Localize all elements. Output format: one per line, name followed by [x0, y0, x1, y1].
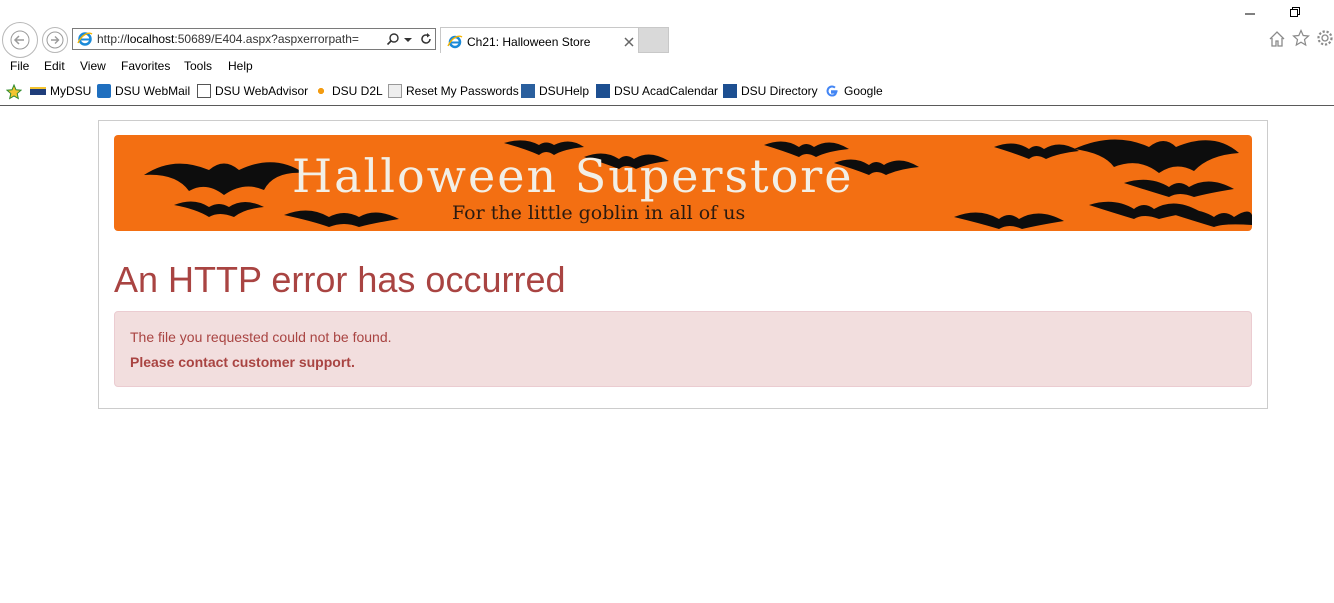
restore-button[interactable] — [1289, 6, 1301, 21]
favorites-bar: MyDSU DSU WebMail DSU WebAdvisor DSU D2L… — [0, 80, 1334, 104]
webadvisor-icon — [197, 84, 211, 98]
minimize-icon — [1245, 13, 1255, 15]
tab-halloween-store[interactable]: Ch21: Halloween Store — [440, 27, 639, 53]
back-button[interactable] — [2, 22, 38, 58]
mydsu-icon — [30, 87, 46, 95]
home-icon[interactable] — [1268, 30, 1286, 48]
fav-dsu-webadvisor[interactable]: DSU WebAdvisor — [197, 84, 308, 98]
halloween-banner: Halloween Superstore For the little gobl… — [114, 135, 1252, 231]
chrome-divider — [0, 105, 1334, 106]
error-alert: The file you requested could not be foun… — [114, 311, 1252, 387]
fav-dsu-d2l[interactable]: DSU D2L — [314, 84, 383, 98]
forward-arrow-icon — [46, 31, 64, 49]
fav-reset-passwords[interactable]: Reset My Passwords — [388, 84, 519, 98]
close-tab-icon[interactable] — [624, 37, 634, 47]
fav-google[interactable]: Google — [825, 84, 883, 98]
fav-dsu-webmail[interactable]: DSU WebMail — [97, 84, 190, 98]
banner-subtitle: For the little goblin in all of us — [452, 202, 746, 224]
menu-favorites[interactable]: Favorites — [121, 59, 170, 73]
banner-title: Halloween Superstore — [292, 149, 854, 203]
menu-bar: File Edit View Favorites Tools Help — [0, 56, 1334, 78]
dsuhelp-icon — [521, 84, 535, 98]
tab-title: Ch21: Halloween Store — [467, 35, 591, 49]
fav-dsu-acadcalendar[interactable]: DSU AcadCalendar — [596, 84, 718, 98]
new-tab-button[interactable] — [639, 27, 669, 53]
refresh-icon[interactable] — [419, 32, 433, 46]
restore-icon — [1290, 7, 1300, 17]
address-url: http://localhost:50689/E404.aspx?aspxerr… — [97, 32, 359, 46]
error-message: The file you requested could not be foun… — [130, 329, 392, 345]
menu-view[interactable]: View — [80, 59, 106, 73]
menu-help[interactable]: Help — [228, 59, 253, 73]
address-bar[interactable]: http://localhost:50689/E404.aspx?aspxerr… — [72, 28, 436, 50]
ie-logo-icon — [77, 32, 93, 46]
menu-edit[interactable]: Edit — [44, 59, 65, 73]
favorites-star-icon[interactable] — [1292, 29, 1310, 47]
d2l-icon — [314, 84, 328, 98]
page-container: Halloween Superstore For the little gobl… — [98, 120, 1268, 409]
search-icon[interactable] — [386, 32, 400, 46]
add-favorites-icon[interactable] — [6, 84, 22, 100]
minimize-button[interactable] — [1244, 6, 1256, 21]
forward-button[interactable] — [42, 27, 68, 53]
browser-chrome: http://localhost:50689/E404.aspx?aspxerr… — [0, 0, 1334, 106]
error-heading: An HTTP error has occurred — [114, 259, 566, 300]
google-icon — [826, 85, 838, 97]
dropdown-arrow-icon[interactable] — [404, 37, 412, 45]
ie-tab-icon — [447, 35, 463, 49]
page-icon — [388, 84, 402, 98]
dsu-logo-icon — [596, 84, 610, 98]
menu-tools[interactable]: Tools — [184, 59, 212, 73]
fav-dsuhelp[interactable]: DSUHelp — [521, 84, 589, 98]
menu-file[interactable]: File — [10, 59, 29, 73]
outlook-icon — [97, 84, 111, 98]
back-arrow-icon — [10, 30, 30, 50]
fav-mydsu[interactable]: MyDSU — [30, 84, 91, 98]
dsu-logo-icon — [723, 84, 737, 98]
fav-dsu-directory[interactable]: DSU Directory — [723, 84, 818, 98]
contact-support-message: Please contact customer support. — [130, 354, 355, 370]
settings-gear-icon[interactable] — [1316, 29, 1334, 47]
